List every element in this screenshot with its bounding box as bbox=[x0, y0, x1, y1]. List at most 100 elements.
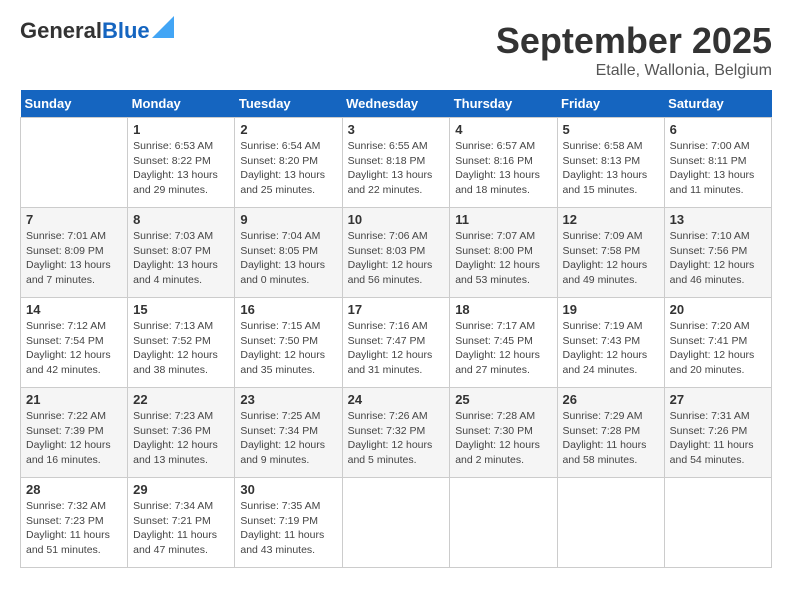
header-cell-saturday: Saturday bbox=[664, 90, 771, 118]
day-number: 24 bbox=[348, 392, 445, 407]
day-info: Sunrise: 6:57 AM Sunset: 8:16 PM Dayligh… bbox=[455, 139, 551, 198]
calendar-cell: 8 Sunrise: 7:03 AM Sunset: 8:07 PM Daylig… bbox=[128, 208, 235, 298]
day-info: Sunrise: 7:09 AM Sunset: 7:58 PM Dayligh… bbox=[563, 229, 659, 288]
day-number: 11 bbox=[455, 212, 551, 227]
header-cell-friday: Friday bbox=[557, 90, 664, 118]
calendar-table: SundayMondayTuesdayWednesdayThursdayFrid… bbox=[20, 90, 772, 568]
day-number: 13 bbox=[670, 212, 766, 227]
calendar-cell: 9 Sunrise: 7:04 AM Sunset: 8:05 PM Daylig… bbox=[235, 208, 342, 298]
calendar-cell: 29 Sunrise: 7:34 AM Sunset: 7:21 PM Dayli… bbox=[128, 478, 235, 568]
day-number: 18 bbox=[455, 302, 551, 317]
week-row-3: 14Sunrise: 7:12 AM Sunset: 7:54 PM Dayli… bbox=[21, 298, 772, 388]
logo: GeneralBlue bbox=[20, 20, 174, 42]
day-number: 16 bbox=[240, 302, 336, 317]
day-number: 28 bbox=[26, 482, 122, 497]
day-number: 5 bbox=[563, 122, 659, 137]
day-info: Sunrise: 7:12 AM Sunset: 7:54 PM Dayligh… bbox=[26, 319, 122, 378]
day-info: Sunrise: 7:17 AM Sunset: 7:45 PM Dayligh… bbox=[455, 319, 551, 378]
day-number: 22 bbox=[133, 392, 229, 407]
day-number: 1 bbox=[133, 122, 229, 137]
header-row: SundayMondayTuesdayWednesdayThursdayFrid… bbox=[21, 90, 772, 118]
logo-arrow-icon bbox=[152, 16, 174, 38]
day-info: Sunrise: 7:32 AM Sunset: 7:23 PM Dayligh… bbox=[26, 499, 122, 558]
calendar-cell: 21 Sunrise: 7:22 AM Sunset: 7:39 PM Dayli… bbox=[21, 388, 128, 478]
calendar-cell: 19 Sunrise: 7:19 AM Sunset: 7:43 PM Dayli… bbox=[557, 298, 664, 388]
calendar-cell: 6Sunrise: 7:00 AM Sunset: 8:11 PM Daylig… bbox=[664, 118, 771, 208]
day-number: 7 bbox=[26, 212, 122, 227]
day-number: 3 bbox=[348, 122, 445, 137]
location-title: Etalle, Wallonia, Belgium bbox=[496, 62, 772, 80]
calendar-cell: 28 Sunrise: 7:32 AM Sunset: 7:23 PM Dayli… bbox=[21, 478, 128, 568]
calendar-cell: 2 Sunrise: 6:54 AM Sunset: 8:20 PM Daylig… bbox=[235, 118, 342, 208]
calendar-cell: 20Sunrise: 7:20 AM Sunset: 7:41 PM Dayli… bbox=[664, 298, 771, 388]
calendar-cell: 4 Sunrise: 6:57 AM Sunset: 8:16 PM Daylig… bbox=[450, 118, 557, 208]
page-header: GeneralBlue September 2025 Etalle, Wallo… bbox=[20, 20, 772, 80]
calendar-cell bbox=[342, 478, 450, 568]
calendar-cell bbox=[557, 478, 664, 568]
day-info: Sunrise: 7:19 AM Sunset: 7:43 PM Dayligh… bbox=[563, 319, 659, 378]
day-info: Sunrise: 7:10 AM Sunset: 7:56 PM Dayligh… bbox=[670, 229, 766, 288]
calendar-cell: 7 Sunrise: 7:01 AM Sunset: 8:09 PM Daylig… bbox=[21, 208, 128, 298]
day-number: 15 bbox=[133, 302, 229, 317]
calendar-cell: 22 Sunrise: 7:23 AM Sunset: 7:36 PM Dayli… bbox=[128, 388, 235, 478]
calendar-cell: 12Sunrise: 7:09 AM Sunset: 7:58 PM Dayli… bbox=[557, 208, 664, 298]
day-number: 19 bbox=[563, 302, 659, 317]
calendar-cell: 25Sunrise: 7:28 AM Sunset: 7:30 PM Dayli… bbox=[450, 388, 557, 478]
logo-text: GeneralBlue bbox=[20, 20, 150, 42]
calendar-cell: 27 Sunrise: 7:31 AM Sunset: 7:26 PM Dayli… bbox=[664, 388, 771, 478]
day-info: Sunrise: 7:03 AM Sunset: 8:07 PM Dayligh… bbox=[133, 229, 229, 288]
day-info: Sunrise: 7:34 AM Sunset: 7:21 PM Dayligh… bbox=[133, 499, 229, 558]
calendar-cell: 17 Sunrise: 7:16 AM Sunset: 7:47 PM Dayli… bbox=[342, 298, 450, 388]
header-cell-wednesday: Wednesday bbox=[342, 90, 450, 118]
day-info: Sunrise: 7:04 AM Sunset: 8:05 PM Dayligh… bbox=[240, 229, 336, 288]
day-info: Sunrise: 7:23 AM Sunset: 7:36 PM Dayligh… bbox=[133, 409, 229, 468]
day-number: 30 bbox=[240, 482, 336, 497]
day-info: Sunrise: 7:28 AM Sunset: 7:30 PM Dayligh… bbox=[455, 409, 551, 468]
day-number: 10 bbox=[348, 212, 445, 227]
calendar-cell bbox=[21, 118, 128, 208]
day-info: Sunrise: 7:22 AM Sunset: 7:39 PM Dayligh… bbox=[26, 409, 122, 468]
day-info: Sunrise: 6:54 AM Sunset: 8:20 PM Dayligh… bbox=[240, 139, 336, 198]
day-info: Sunrise: 7:16 AM Sunset: 7:47 PM Dayligh… bbox=[348, 319, 445, 378]
calendar-cell: 13 Sunrise: 7:10 AM Sunset: 7:56 PM Dayli… bbox=[664, 208, 771, 298]
week-row-2: 7 Sunrise: 7:01 AM Sunset: 8:09 PM Daylig… bbox=[21, 208, 772, 298]
day-number: 4 bbox=[455, 122, 551, 137]
day-info: Sunrise: 7:00 AM Sunset: 8:11 PM Dayligh… bbox=[670, 139, 766, 198]
calendar-cell bbox=[664, 478, 771, 568]
calendar-cell: 16Sunrise: 7:15 AM Sunset: 7:50 PM Dayli… bbox=[235, 298, 342, 388]
calendar-cell: 24 Sunrise: 7:26 AM Sunset: 7:32 PM Dayli… bbox=[342, 388, 450, 478]
day-number: 17 bbox=[348, 302, 445, 317]
day-number: 8 bbox=[133, 212, 229, 227]
header-cell-thursday: Thursday bbox=[450, 90, 557, 118]
calendar-cell: 14Sunrise: 7:12 AM Sunset: 7:54 PM Dayli… bbox=[21, 298, 128, 388]
day-number: 9 bbox=[240, 212, 336, 227]
day-info: Sunrise: 7:01 AM Sunset: 8:09 PM Dayligh… bbox=[26, 229, 122, 288]
day-number: 29 bbox=[133, 482, 229, 497]
title-block: September 2025 Etalle, Wallonia, Belgium bbox=[496, 20, 772, 80]
header-cell-sunday: Sunday bbox=[21, 90, 128, 118]
day-info: Sunrise: 7:20 AM Sunset: 7:41 PM Dayligh… bbox=[670, 319, 766, 378]
day-info: Sunrise: 7:35 AM Sunset: 7:19 PM Dayligh… bbox=[240, 499, 336, 558]
calendar-cell: 15Sunrise: 7:13 AM Sunset: 7:52 PM Dayli… bbox=[128, 298, 235, 388]
calendar-cell: 11 Sunrise: 7:07 AM Sunset: 8:00 PM Dayli… bbox=[450, 208, 557, 298]
day-info: Sunrise: 6:53 AM Sunset: 8:22 PM Dayligh… bbox=[133, 139, 229, 198]
day-number: 2 bbox=[240, 122, 336, 137]
calendar-cell: 23Sunrise: 7:25 AM Sunset: 7:34 PM Dayli… bbox=[235, 388, 342, 478]
day-info: Sunrise: 7:31 AM Sunset: 7:26 PM Dayligh… bbox=[670, 409, 766, 468]
header-cell-monday: Monday bbox=[128, 90, 235, 118]
day-number: 26 bbox=[563, 392, 659, 407]
day-info: Sunrise: 7:06 AM Sunset: 8:03 PM Dayligh… bbox=[348, 229, 445, 288]
calendar-cell: 18 Sunrise: 7:17 AM Sunset: 7:45 PM Dayli… bbox=[450, 298, 557, 388]
day-info: Sunrise: 7:07 AM Sunset: 8:00 PM Dayligh… bbox=[455, 229, 551, 288]
day-info: Sunrise: 6:55 AM Sunset: 8:18 PM Dayligh… bbox=[348, 139, 445, 198]
calendar-cell bbox=[450, 478, 557, 568]
month-title: September 2025 bbox=[496, 20, 772, 62]
day-number: 21 bbox=[26, 392, 122, 407]
day-number: 23 bbox=[240, 392, 336, 407]
day-info: Sunrise: 7:26 AM Sunset: 7:32 PM Dayligh… bbox=[348, 409, 445, 468]
week-row-4: 21 Sunrise: 7:22 AM Sunset: 7:39 PM Dayli… bbox=[21, 388, 772, 478]
week-row-1: 1 Sunrise: 6:53 AM Sunset: 8:22 PM Daylig… bbox=[21, 118, 772, 208]
calendar-cell: 5Sunrise: 6:58 AM Sunset: 8:13 PM Daylig… bbox=[557, 118, 664, 208]
day-info: Sunrise: 7:29 AM Sunset: 7:28 PM Dayligh… bbox=[563, 409, 659, 468]
day-number: 27 bbox=[670, 392, 766, 407]
